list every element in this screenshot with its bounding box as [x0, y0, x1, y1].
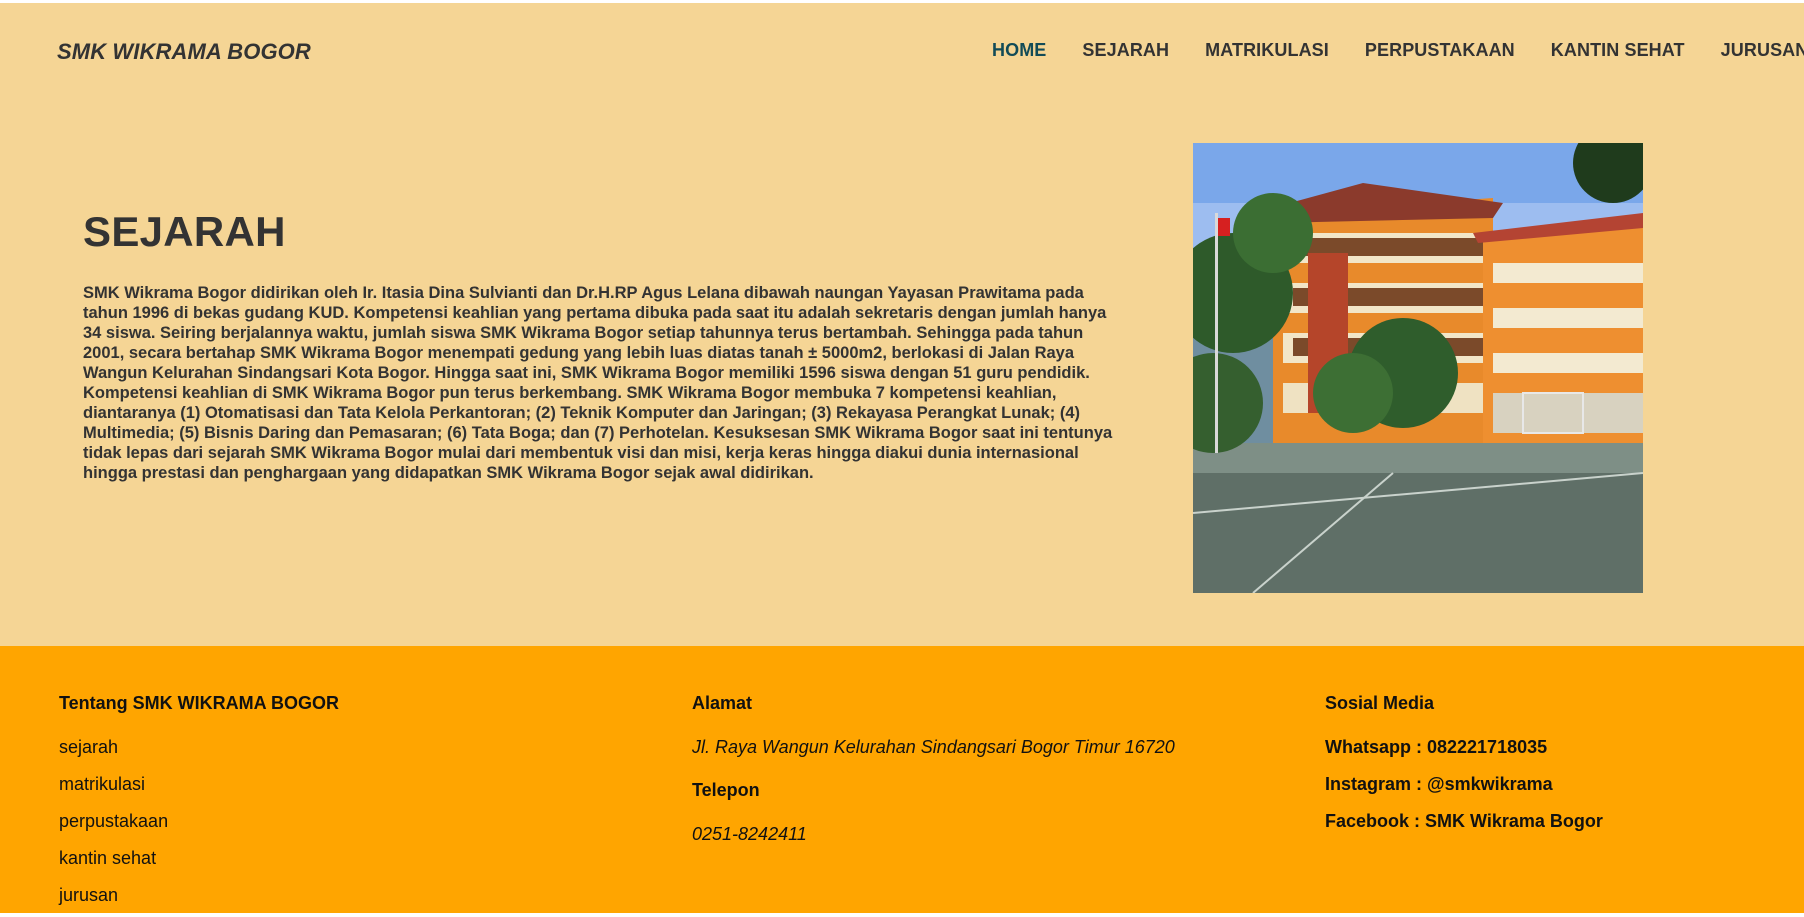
hero-title: SEJARAH [83, 208, 286, 255]
main-nav: HOME SEJARAH MATRIKULASI PERPUSTAKAAN KA… [992, 40, 1804, 61]
nav-kantin-sehat[interactable]: KANTIN SEHAT [1551, 40, 1685, 61]
footer-address: Alamat Jl. Raya Wangun Kelurahan Sindang… [692, 693, 1175, 845]
footer-address-value: Jl. Raya Wangun Kelurahan Sindangsari Bo… [692, 737, 1175, 757]
footer: Tentang SMK WIKRAMA BOGOR sejarah matrik… [0, 646, 1804, 913]
brand-title[interactable]: SMK WIKRAMA BOGOR [57, 39, 311, 65]
school-building-photo [1193, 143, 1643, 593]
header-hero-section: SMK WIKRAMA BOGOR HOME SEJARAH MATRIKULA… [0, 3, 1804, 646]
nav-home[interactable]: HOME [992, 40, 1046, 61]
nav-perpustakaan[interactable]: PERPUSTAKAAN [1365, 40, 1515, 61]
bottom-edge [0, 913, 1804, 917]
footer-link-perpustakaan[interactable]: perpustakaan [59, 811, 339, 832]
footer-link-matrikulasi[interactable]: matrikulasi [59, 774, 339, 795]
footer-social-instagram[interactable]: Instagram : @smkwikrama [1325, 774, 1603, 795]
footer-social-title: Sosial Media [1325, 693, 1435, 713]
footer-link-jurusan[interactable]: jurusan [59, 885, 339, 906]
footer-about-title: Tentang SMK WIKRAMA BOGOR [59, 693, 339, 713]
nav-jurusan[interactable]: JURUSAN [1721, 40, 1804, 61]
footer-social: Sosial Media Whatsapp : 082221718035 Ins… [1325, 693, 1603, 848]
nav-sejarah[interactable]: SEJARAH [1082, 40, 1169, 61]
page: SMK WIKRAMA BOGOR HOME SEJARAH MATRIKULA… [0, 3, 1804, 913]
nav-matrikulasi[interactable]: MATRIKULASI [1205, 40, 1329, 61]
hero-description: SMK Wikrama Bogor didirikan oleh Ir. Ita… [83, 284, 1113, 482]
footer-social-whatsapp[interactable]: Whatsapp : 082221718035 [1325, 737, 1603, 758]
footer-link-kantin-sehat[interactable]: kantin sehat [59, 848, 339, 869]
footer-phone-title: Telepon [692, 780, 760, 800]
footer-about: Tentang SMK WIKRAMA BOGOR sejarah matrik… [59, 693, 339, 917]
school-photo-illustration [1193, 143, 1643, 593]
footer-social-facebook[interactable]: Facebook : SMK Wikrama Bogor [1325, 811, 1603, 832]
footer-phone-value: 0251-8242411 [692, 824, 807, 844]
footer-link-sejarah[interactable]: sejarah [59, 737, 339, 758]
footer-address-title: Alamat [692, 693, 753, 713]
